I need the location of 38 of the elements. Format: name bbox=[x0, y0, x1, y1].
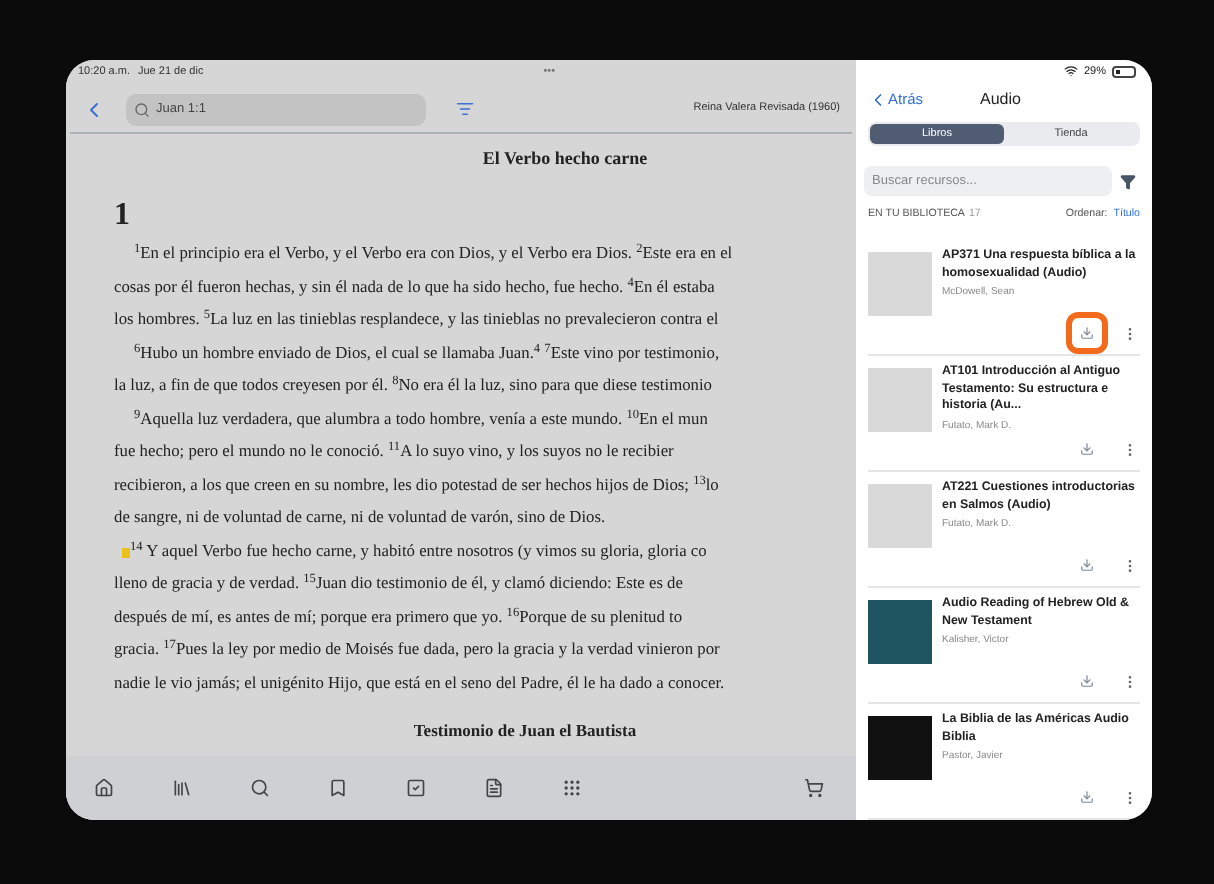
verse-line: lleno de gracia y de verdad. $^{15}$Juan dio testimonio de él, y clamó diciendo: Este es de bbox=[114, 572, 683, 597]
download-icon bbox=[1080, 790, 1094, 804]
battery-icon bbox=[1112, 65, 1136, 78]
download-icon bbox=[1080, 674, 1094, 688]
document-icon[interactable] bbox=[484, 778, 504, 798]
panel-title: Audio bbox=[980, 87, 1021, 112]
section-heading: El Verbo hecho carne bbox=[482, 146, 648, 172]
verse-line: de sangre, ni de voluntad de carne, ni de voluntad de varón, sino de Dios. bbox=[114, 506, 606, 531]
verse-line: cosas por él fueron hechas, y sin él nada de lo que ha sido hecho, fue hecho. $^{4}$En él estaba bbox=[114, 275, 715, 300]
verse-line: nadie le vio jamás; el unigénito Hijo, que está en el seno del Padre, él le ha dado a conocer. bbox=[114, 671, 725, 696]
verse-line: fue hecho; pero el mundo no le conoció. $^{11}$A lo suyo vino, y los suyos no le recibier bbox=[114, 440, 674, 465]
note-marker-icon[interactable] bbox=[122, 547, 130, 558]
download-button[interactable] bbox=[1072, 318, 1102, 348]
wifi-icon bbox=[1063, 64, 1078, 79]
bookmark-icon[interactable] bbox=[328, 778, 348, 798]
verse-line: después de mí, es antes de mí; porque era primero que yo. $^{16}$Porque de su plenitud to bbox=[114, 605, 683, 630]
verse-line: $^{9}$Aquella luz verdadera, que alumbra a todo hombre, venía a este mundo. $^{10}$En el mun bbox=[134, 407, 708, 432]
download-icon bbox=[1080, 326, 1094, 340]
verse-line: los hombres. $^{5}$La luz en las tinieblas resplandece, y las tinieblas no prevalecieron contra el bbox=[114, 308, 719, 333]
filter-icon[interactable] bbox=[1120, 173, 1136, 190]
verse-line: $^{6}$Hubo un hombre enviado de Dios, el cual se llamaba Juan.$^{4}$ $^{7}$Este vino por testimonio, bbox=[134, 341, 720, 366]
list-icon[interactable] bbox=[456, 100, 474, 118]
section-heading: Testimonio de Juan el Bautista bbox=[413, 717, 637, 743]
verse-line: la luz, a fin de que todos creyesen por él. $^{8}$No era él la luz, sino para que diese testimonio bbox=[114, 374, 712, 399]
verse-line: $^{1}$En el principio era el Verbo, y el Verbo era con Dios, y el Verbo era Dios. $^{2}$Este era en el bbox=[134, 242, 733, 267]
verse-line: recibieron, a los que creen en su nombre, les dio potestad de ser hechos hijos de Dios; $^{13}$lo bbox=[114, 473, 719, 498]
verse-line: gracia. $^{17}$Pues la ley por medio de Moisés fue dada, pero la gracia y la verdad vinieron por bbox=[114, 638, 720, 663]
search-icon bbox=[134, 101, 150, 117]
search-icon[interactable] bbox=[250, 778, 270, 798]
download-icon bbox=[1080, 442, 1094, 456]
chapter-number: 1 bbox=[114, 197, 132, 233]
verse-line: $^{14}$ Y aquel Verbo fue hecho carne, y habitó entre nosotros (y vimos su gloria, gloria co bbox=[130, 539, 707, 564]
checklist-icon[interactable] bbox=[406, 778, 426, 798]
grid-icon[interactable] bbox=[562, 778, 582, 798]
library-icon[interactable] bbox=[172, 778, 192, 798]
cart-icon[interactable] bbox=[804, 778, 824, 798]
home-icon[interactable] bbox=[94, 778, 114, 798]
download-icon bbox=[1080, 558, 1094, 572]
